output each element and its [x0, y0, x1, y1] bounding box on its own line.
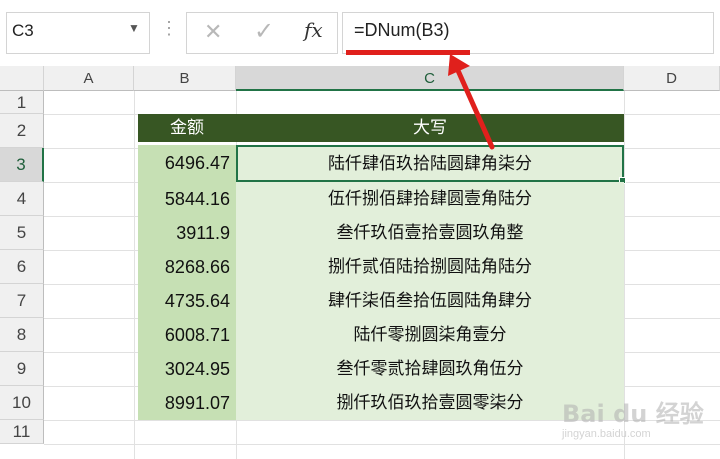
- enter-icon[interactable]: ✓: [254, 17, 274, 46]
- row-header-9[interactable]: 9: [0, 352, 44, 386]
- amount-cell[interactable]: 4735.64: [138, 284, 236, 318]
- chevron-down-icon[interactable]: ▼: [128, 21, 140, 35]
- words-cell[interactable]: 叁仟零贰拾肆圆玖角伍分: [236, 352, 624, 386]
- select-all-corner[interactable]: [0, 66, 44, 91]
- insert-function-icon[interactable]: fx: [304, 18, 323, 42]
- amount-cell[interactable]: 5844.16: [138, 182, 236, 216]
- formula-text: =DNum(B3): [354, 20, 450, 40]
- row-header-1[interactable]: 1: [0, 91, 44, 114]
- row-header-10[interactable]: 10: [0, 386, 44, 420]
- words-cell[interactable]: 叁仟玖佰壹拾壹圆玖角整: [236, 216, 624, 250]
- watermark-brand: Bai du 经验: [562, 400, 704, 428]
- amount-cell[interactable]: 6008.71: [138, 318, 236, 352]
- watermark-url: jingyan.baidu.com: [562, 428, 651, 440]
- more-options-icon[interactable]: ⋮: [160, 18, 178, 39]
- annotation-arrow: [448, 54, 495, 150]
- column-header-d[interactable]: D: [624, 66, 720, 91]
- watermark: Bai du 经验 jingyan.baidu.com: [562, 394, 718, 456]
- column-header-a[interactable]: A: [44, 66, 134, 91]
- cancel-icon[interactable]: ✕: [204, 19, 222, 45]
- name-box-value: C3: [12, 21, 34, 40]
- row-header-11[interactable]: 11: [0, 420, 44, 444]
- words-cell[interactable]: 肆仟柒佰叁拾伍圆陆角肆分: [236, 284, 624, 318]
- header-words[interactable]: 大写: [236, 114, 624, 142]
- row-header-4[interactable]: 4: [0, 182, 44, 216]
- column-header-b[interactable]: B: [134, 66, 236, 91]
- amount-cell[interactable]: 3911.9: [138, 216, 236, 250]
- words-cell[interactable]: 陆仟零捌圆柒角壹分: [236, 318, 624, 352]
- words-cell[interactable]: 捌仟贰佰陆拾捌圆陆角陆分: [236, 250, 624, 284]
- amount-cell[interactable]: 6496.47: [138, 145, 236, 182]
- row-header-6[interactable]: 6: [0, 250, 44, 284]
- row-header-7[interactable]: 7: [0, 284, 44, 318]
- amount-cell[interactable]: 3024.95: [138, 352, 236, 386]
- amount-cell[interactable]: 8991.07: [138, 386, 236, 420]
- grid-line: [134, 91, 135, 459]
- row-header-5[interactable]: 5: [0, 216, 44, 250]
- row-header-8[interactable]: 8: [0, 318, 44, 352]
- amount-cell[interactable]: 8268.66: [138, 250, 236, 284]
- words-cell-active[interactable]: 陆仟肆佰玖拾陆圆肆角柒分: [236, 145, 624, 182]
- row-header-3[interactable]: 3: [0, 148, 44, 182]
- row-header-2[interactable]: 2: [0, 114, 44, 148]
- header-amount[interactable]: 金额: [138, 114, 236, 142]
- column-header-c[interactable]: C: [236, 66, 624, 91]
- words-cell[interactable]: 伍仟捌佰肆拾肆圆壹角陆分: [236, 182, 624, 216]
